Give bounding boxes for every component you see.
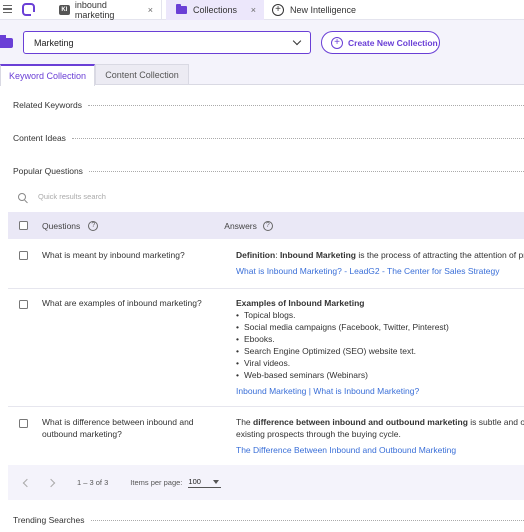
collection-tabs: Keyword Collection Content Collection xyxy=(0,64,524,86)
tab-new-intelligence[interactable]: + New Intelligence xyxy=(268,0,388,20)
table-header: Questions ? Answers ? xyxy=(8,212,524,239)
divider xyxy=(90,519,524,521)
create-new-collection-button[interactable]: + Create New Collection xyxy=(321,31,440,54)
section-trending-searches[interactable]: Trending Searches xyxy=(13,515,524,525)
row-checkbox[interactable] xyxy=(19,300,28,309)
answer: The difference between inbound and outbo… xyxy=(236,417,524,455)
answer: Examples of Inbound Marketing Topical bl… xyxy=(236,297,524,397)
next-page-icon[interactable] xyxy=(46,478,56,487)
section-title: Trending Searches xyxy=(13,515,85,525)
divider xyxy=(71,137,524,139)
answer-source-link[interactable]: Inbound Marketing | What is Inbound Mark… xyxy=(236,386,419,396)
items-per-page-value: 100 xyxy=(188,477,201,486)
folder-icon xyxy=(0,35,13,48)
ki-badge-icon: KI xyxy=(59,5,70,15)
tab-label: New Intelligence xyxy=(290,5,357,15)
create-new-collection-label: Create New Collection xyxy=(348,37,438,48)
section-title: Content Ideas xyxy=(13,133,66,143)
row-checkbox[interactable] xyxy=(19,251,28,260)
tab-collections[interactable]: Collections × xyxy=(166,0,264,20)
table-row: What are examples of inbound marketing? … xyxy=(8,289,524,407)
close-icon[interactable]: × xyxy=(251,5,256,15)
collection-select-value: Marketing xyxy=(34,37,74,48)
select-all-checkbox[interactable] xyxy=(19,221,28,230)
collection-select[interactable]: Marketing xyxy=(23,31,311,54)
col-answers: Answers xyxy=(224,220,257,231)
tab-inbound-marketing[interactable]: KI inbound marketing × xyxy=(52,0,162,20)
section-content-ideas[interactable]: Content Ideas xyxy=(13,133,524,143)
list-item: Topical blogs. xyxy=(236,309,524,321)
top-tab-bar: KI inbound marketing × Collections × + N… xyxy=(0,0,524,20)
tab-label: inbound marketing xyxy=(74,0,115,20)
list-item: Web-based seminars (Webinars) xyxy=(236,369,524,381)
menu-icon[interactable] xyxy=(3,5,12,13)
items-per-page-label: Items per page: xyxy=(130,478,183,487)
folder-icon xyxy=(176,4,187,14)
help-icon[interactable]: ? xyxy=(88,220,99,231)
list-item: Social media campaigns (Facebook, Twitte… xyxy=(236,321,524,333)
table-row: What is difference between inbound and o… xyxy=(8,407,524,465)
col-questions: Questions xyxy=(42,220,81,231)
question-text: What is meant by inbound marketing? xyxy=(42,250,185,260)
divider xyxy=(87,104,524,106)
tab-content-collection[interactable]: Content Collection xyxy=(95,64,189,85)
items-per-page-select[interactable]: 100 xyxy=(188,477,222,488)
question-text: What is difference between inbound and o… xyxy=(42,417,194,439)
answer-list: Topical blogs. Social media campaigns (F… xyxy=(236,309,524,381)
search-input[interactable]: Quick results search xyxy=(38,192,106,201)
help-icon[interactable]: ? xyxy=(262,220,273,231)
chevron-down-icon xyxy=(292,36,302,45)
tab-label: Collections xyxy=(193,5,238,15)
list-item: Viral videos. xyxy=(236,357,524,369)
previous-page-icon[interactable] xyxy=(22,478,32,487)
page-range: 1 – 3 of 3 xyxy=(77,478,109,487)
section-popular-questions[interactable]: Popular Questions xyxy=(13,166,524,176)
app-logo-icon[interactable] xyxy=(22,3,36,17)
list-item: Ebooks. xyxy=(236,333,524,345)
table-row: What is meant by inbound marketing? Defi… xyxy=(8,239,524,289)
add-circle-icon: + xyxy=(272,4,284,16)
tab-keyword-collection[interactable]: Keyword Collection xyxy=(0,64,95,86)
quick-search[interactable]: Quick results search xyxy=(18,192,106,201)
answer-source-link[interactable]: What is Inbound Marketing? - LeadG2 - Th… xyxy=(236,266,499,276)
row-checkbox[interactable] xyxy=(19,419,28,428)
section-title: Related Keywords xyxy=(13,100,82,110)
add-circle-icon: + xyxy=(331,36,343,49)
list-item: Search Engine Optimized (SEO) website te… xyxy=(236,345,524,357)
divider xyxy=(88,170,524,172)
answer: Definition: Inbound Marketing is the pro… xyxy=(236,250,524,276)
section-title: Popular Questions xyxy=(13,166,83,176)
close-icon[interactable]: × xyxy=(148,5,153,15)
question-text: What are examples of inbound marketing? xyxy=(42,298,202,308)
dropdown-arrow-icon xyxy=(213,479,220,484)
answer-source-link[interactable]: The Difference Between Inbound and Outbo… xyxy=(236,445,456,455)
paginator: 1 – 3 of 3 Items per page: 100 xyxy=(8,465,524,500)
section-related-keywords[interactable]: Related Keywords xyxy=(13,100,524,110)
search-icon xyxy=(18,192,26,201)
